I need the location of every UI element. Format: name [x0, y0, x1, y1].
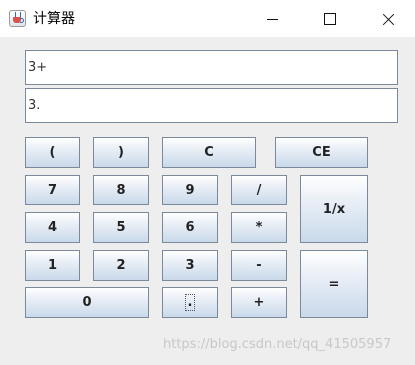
digit-2-button[interactable]: 2 — [93, 250, 149, 281]
plus-button[interactable]: + — [231, 287, 287, 318]
plus-label: + — [253, 295, 265, 310]
minus-button[interactable]: - — [231, 250, 287, 281]
left-paren-button[interactable]: ( — [25, 137, 80, 168]
divide-label: / — [256, 182, 262, 198]
reciprocal-button[interactable]: 1/x — [300, 175, 368, 243]
digit-9-label: 9 — [185, 182, 195, 198]
digit-2-label: 2 — [116, 258, 126, 273]
equals-label: = — [328, 276, 340, 292]
clear-button[interactable]: C — [162, 137, 256, 168]
digit-3-button[interactable]: 3 — [162, 250, 218, 281]
digit-6-label: 6 — [185, 220, 195, 235]
digit-3-label: 3 — [185, 258, 195, 273]
digit-4-button[interactable]: 4 — [25, 212, 80, 243]
digit-5-button[interactable]: 5 — [93, 212, 149, 243]
decimal-point-button[interactable]: . — [162, 287, 218, 318]
divide-button[interactable]: / — [231, 175, 287, 205]
digit-5-label: 5 — [116, 220, 126, 235]
expression-field[interactable]: 3+ — [25, 50, 398, 85]
digit-7-button[interactable]: 7 — [25, 175, 80, 205]
right-paren-button[interactable]: ) — [93, 137, 149, 168]
right-paren-label: ) — [118, 145, 124, 160]
digit-8-label: 8 — [116, 182, 126, 198]
window-title: 计算器 — [33, 11, 75, 27]
multiply-button[interactable]: * — [231, 212, 287, 243]
reciprocal-label: 1/x — [322, 201, 346, 217]
clear-label: C — [204, 145, 214, 160]
title-bar[interactable]: 计算器 — [0, 0, 415, 37]
clear-entry-label: CE — [312, 145, 331, 160]
digit-1-button[interactable]: 1 — [25, 250, 80, 281]
minimize-icon[interactable] — [258, 4, 288, 34]
left-paren-label: ( — [49, 145, 56, 160]
multiply-label: * — [255, 220, 263, 235]
clear-entry-button[interactable]: CE — [275, 137, 368, 168]
digit-4-label: 4 — [47, 220, 58, 235]
digit-8-button[interactable]: 8 — [93, 175, 149, 205]
calculator-window: 计算器 3+ 3. ( ) C CE 7 8 9 / 1/x 4 5 6 * 1… — [0, 0, 415, 365]
digit-0-label: 0 — [82, 295, 92, 310]
maximize-icon[interactable] — [314, 4, 344, 34]
close-icon[interactable] — [373, 4, 403, 34]
digit-6-button[interactable]: 6 — [162, 212, 218, 243]
digit-1-label: 1 — [47, 258, 58, 273]
digit-9-button[interactable]: 9 — [162, 175, 218, 205]
minus-label: - — [256, 258, 262, 273]
result-field[interactable]: 3. — [25, 88, 398, 123]
equals-button[interactable]: = — [300, 250, 368, 318]
java-app-icon — [9, 10, 26, 27]
digit-0-button[interactable]: 0 — [25, 287, 149, 318]
digit-7-label: 7 — [47, 182, 58, 198]
decimal-point-label: . — [184, 294, 196, 311]
watermark-text: https://blog.csdn.net/qq_41505957 — [163, 337, 392, 352]
